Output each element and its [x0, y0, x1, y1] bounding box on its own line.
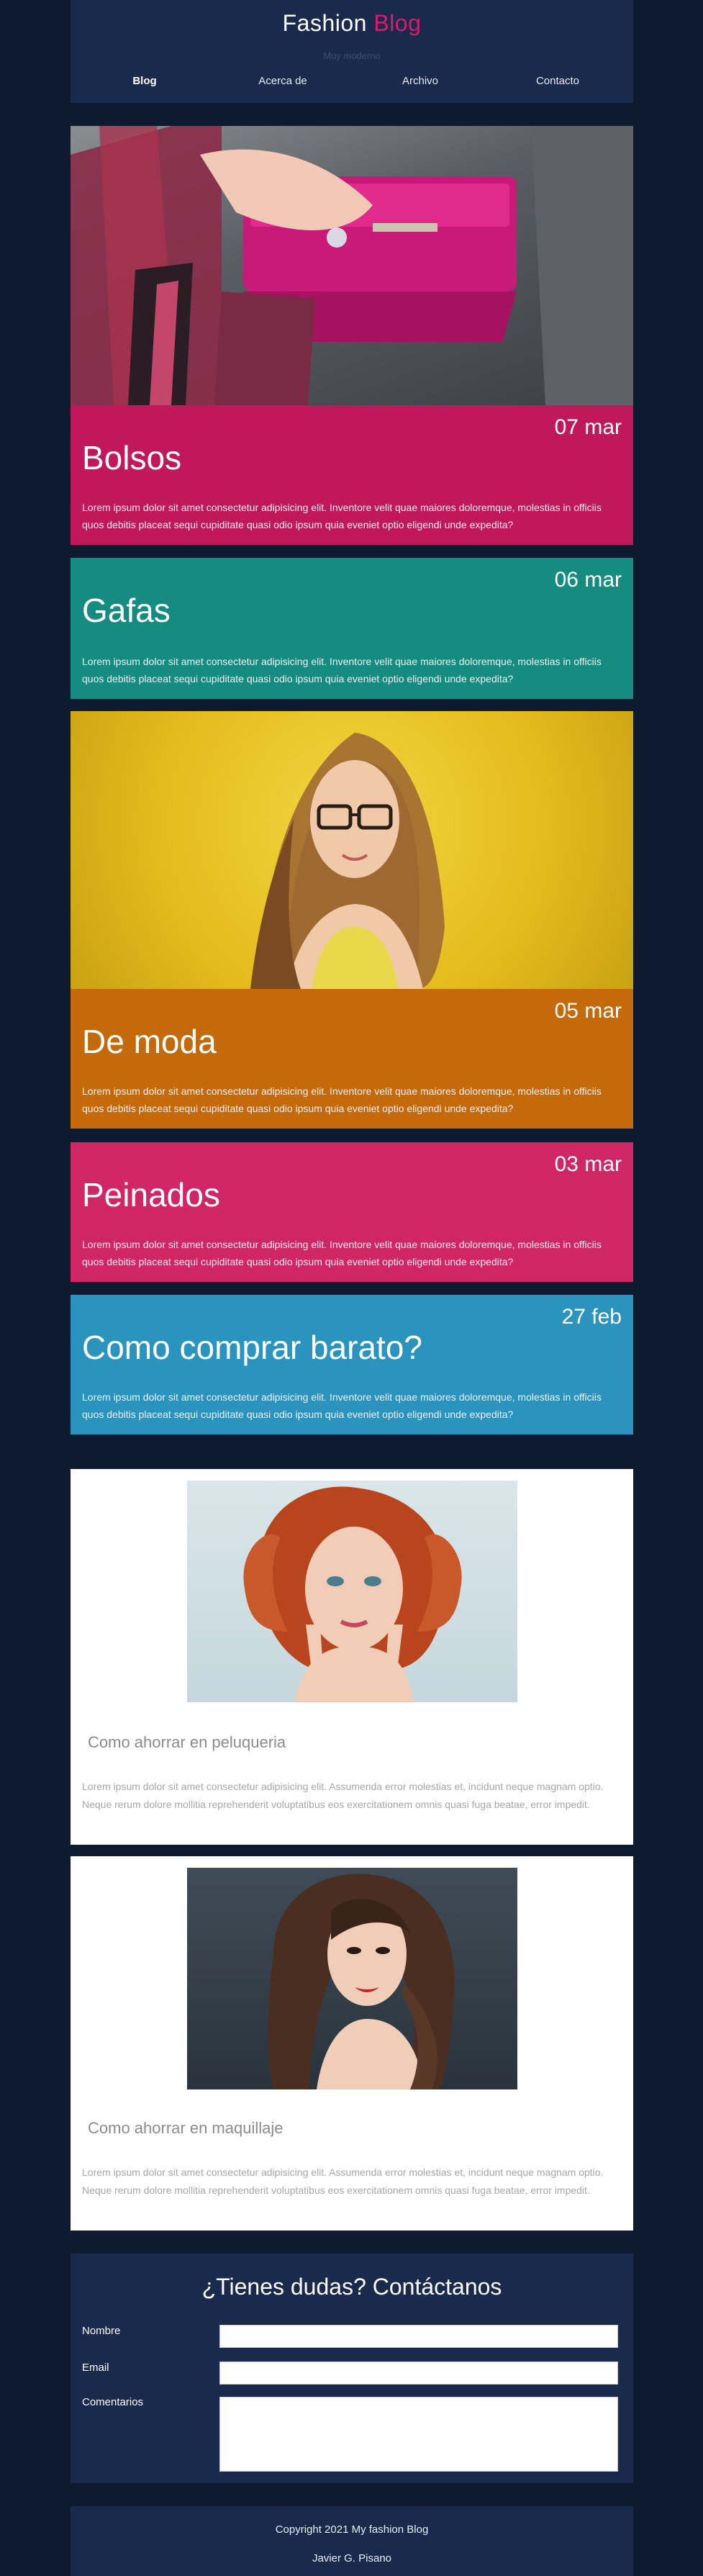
card-excerpt: Lorem ipsum dolor sit amet consectetur a… — [82, 1781, 604, 1810]
card-peluqueria[interactable]: Como ahorrar en peluqueria Lorem ipsum d… — [71, 1469, 633, 1845]
contact-section: ¿Tienes dudas? Contáctanos Nombre Email … — [71, 2254, 633, 2483]
card-title[interactable]: Como ahorrar en maquillaje — [88, 2119, 283, 2138]
post-body: 05 mar De moda Lorem ipsum dolor sit ame… — [71, 989, 633, 1129]
footer-copyright: Copyright 2021 My fashion Blog — [275, 2523, 429, 2536]
nav-archive[interactable]: Archivo — [402, 75, 438, 87]
post-excerpt: Lorem ipsum dolor sit amet consectetur a… — [82, 502, 602, 530]
post-excerpt: Lorem ipsum dolor sit amet consectetur a… — [82, 656, 602, 684]
brunette-illustration — [268, 1874, 455, 2089]
post-body: 03 mar Peinados Lorem ipsum dolor sit am… — [71, 1142, 633, 1282]
post-date: 07 mar — [554, 415, 622, 439]
name-field[interactable] — [219, 2325, 618, 2348]
woman-glasses-illustration — [250, 733, 445, 989]
card-photo-redhead — [187, 1481, 517, 1702]
post-peinados[interactable]: 03 mar Peinados Lorem ipsum dolor sit am… — [71, 1142, 633, 1282]
card-title[interactable]: Como ahorrar en peluqueria — [88, 1733, 286, 1752]
post-bolsos[interactable]: 07 mar Bolsos Lorem ipsum dolor sit amet… — [71, 126, 633, 545]
comments-field[interactable] — [219, 2397, 618, 2472]
brand-blog: Blog — [373, 10, 422, 36]
post-date: 06 mar — [554, 568, 622, 592]
post-title[interactable]: Bolsos — [82, 438, 181, 477]
post-excerpt: Lorem ipsum dolor sit amet consectetur a… — [82, 1391, 602, 1420]
main-nav: Blog Acerca de Archivo Contacto — [71, 75, 633, 92]
post-title[interactable]: Gafas — [82, 591, 171, 630]
card-excerpt: Lorem ipsum dolor sit amet consectetur a… — [82, 2166, 604, 2196]
handbag-illustration — [71, 126, 633, 405]
post-body: 07 mar Bolsos Lorem ipsum dolor sit amet… — [71, 405, 633, 545]
site-tagline: Muy moderno — [323, 50, 381, 61]
post-date: 05 mar — [554, 999, 622, 1023]
email-field[interactable] — [219, 2362, 618, 2385]
site-footer: Copyright 2021 My fashion Blog Javier G.… — [71, 2506, 633, 2576]
name-label: Nombre — [82, 2325, 121, 2337]
post-photo-glasses-woman — [71, 711, 633, 989]
post-date: 27 feb — [561, 1305, 622, 1329]
post-title[interactable]: Peinados — [82, 1175, 220, 1214]
contact-heading: ¿Tienes dudas? Contáctanos — [201, 2274, 502, 2300]
post-de-moda[interactable]: 05 mar De moda Lorem ipsum dolor sit ame… — [71, 711, 633, 1129]
nav-contact[interactable]: Contacto — [536, 75, 579, 87]
post-body: 27 feb Como comprar barato? Lorem ipsum … — [71, 1295, 633, 1434]
site-header: Fashion Blog Muy moderno Blog Acerca de … — [71, 0, 633, 103]
card-photo-brunette — [187, 1868, 517, 2089]
post-excerpt: Lorem ipsum dolor sit amet consectetur a… — [82, 1239, 602, 1267]
nav-about[interactable]: Acerca de — [258, 75, 307, 87]
nav-blog[interactable]: Blog — [132, 75, 156, 87]
email-label: Email — [82, 2362, 109, 2374]
post-title[interactable]: Como comprar barato? — [82, 1328, 422, 1367]
post-body: 06 mar Gafas Lorem ipsum dolor sit amet … — [71, 558, 633, 699]
footer-author: Javier G. Pisano — [312, 2552, 392, 2564]
post-date: 03 mar — [554, 1152, 622, 1176]
post-title[interactable]: De moda — [82, 1022, 217, 1061]
post-gafas[interactable]: 06 mar Gafas Lorem ipsum dolor sit amet … — [71, 558, 633, 699]
redhead-illustration — [243, 1486, 462, 1702]
brand-fashion: Fashion — [282, 10, 367, 36]
post-comprar-barato[interactable]: 27 feb Como comprar barato? Lorem ipsum … — [71, 1295, 633, 1434]
comments-label: Comentarios — [82, 2396, 144, 2408]
post-photo-handbag — [71, 126, 633, 405]
post-excerpt: Lorem ipsum dolor sit amet consectetur a… — [82, 1085, 602, 1114]
site-brand[interactable]: Fashion Blog — [71, 10, 633, 37]
card-maquillaje[interactable]: Como ahorrar en maquillaje Lorem ipsum d… — [71, 1856, 633, 2231]
